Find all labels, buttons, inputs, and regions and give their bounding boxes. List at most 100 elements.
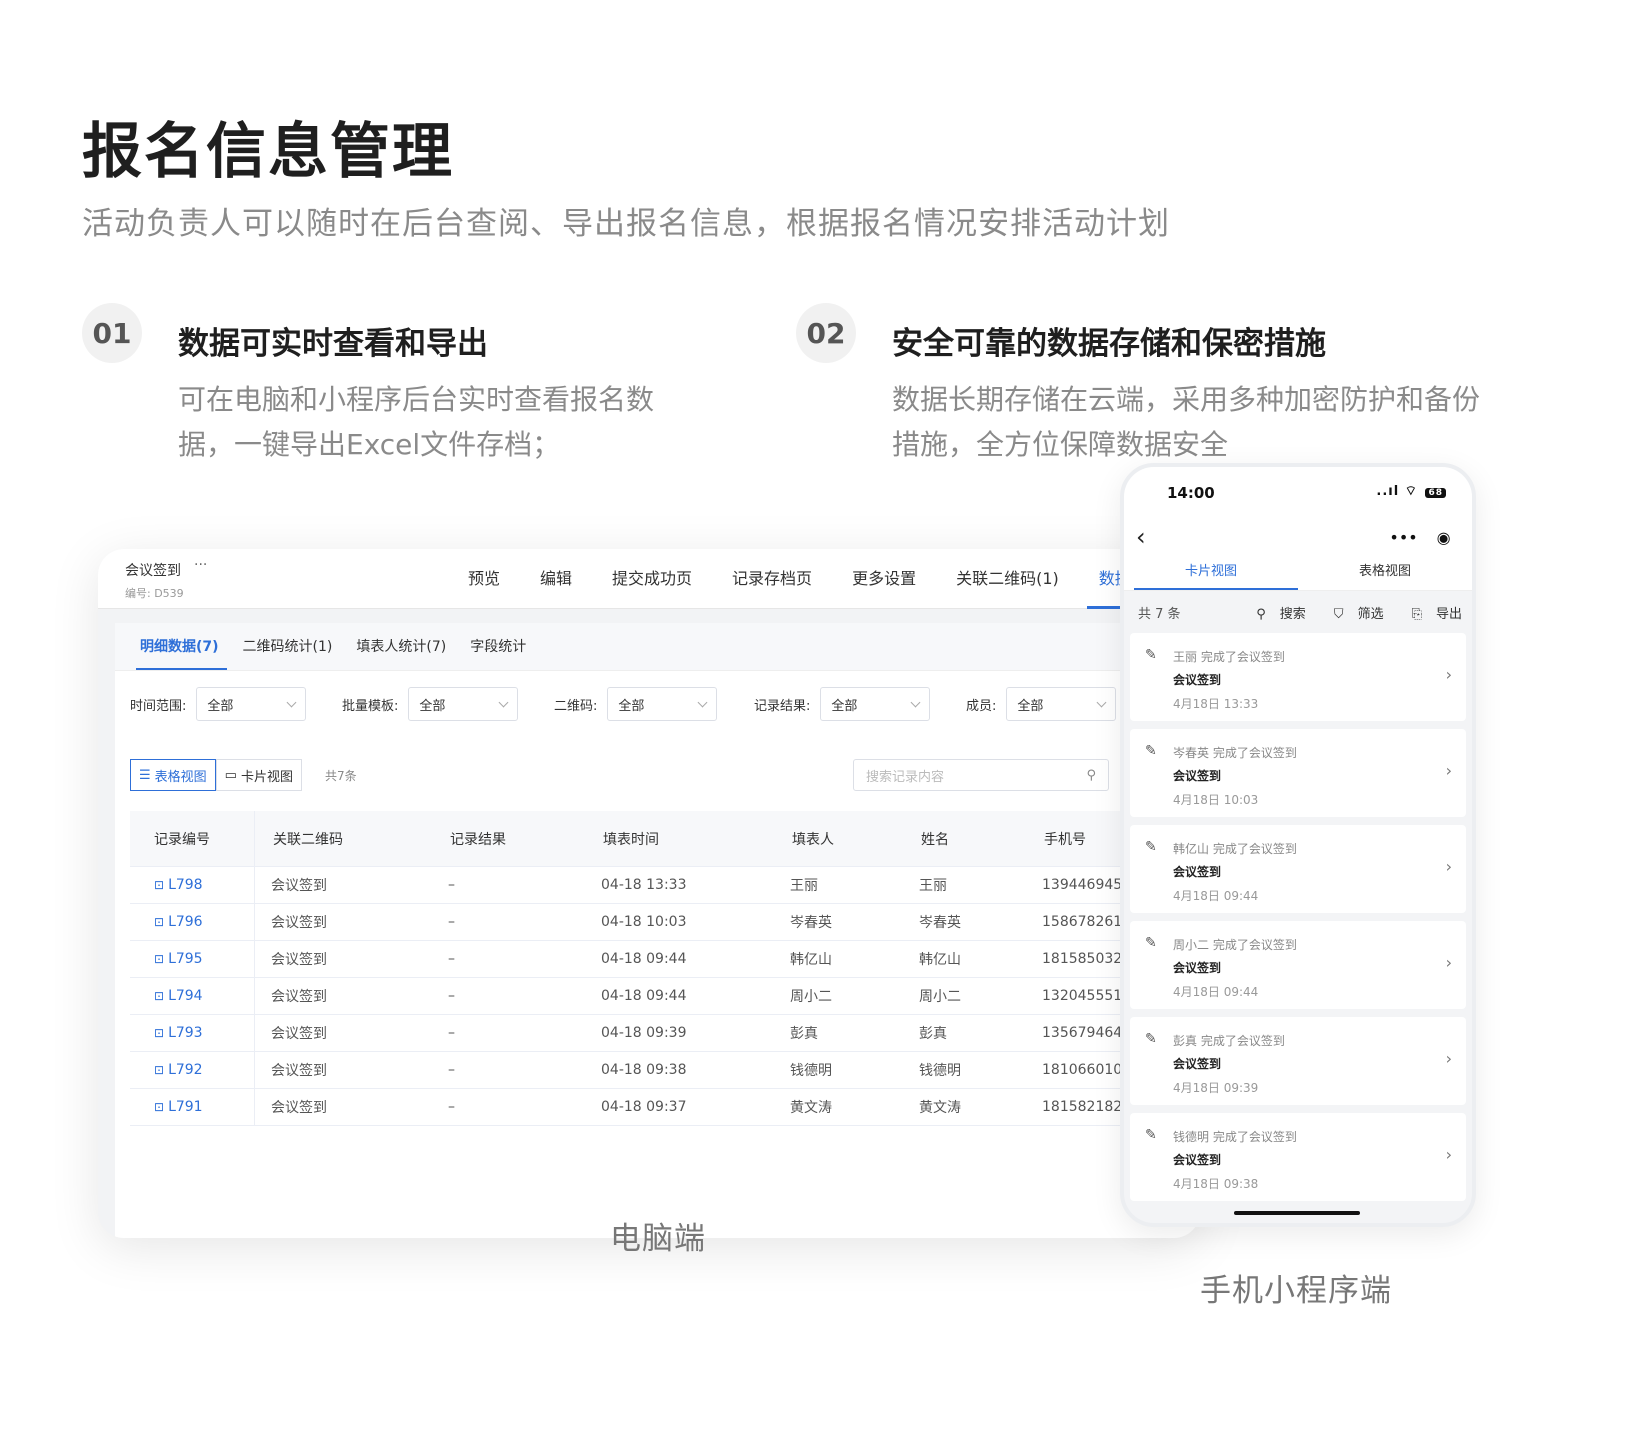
desktop-header: 会议签到 ··· 编号: D539 预览 编辑 提交成功页 记录存档页 更多设置…: [98, 549, 1200, 609]
record-icon: ⊡: [154, 878, 165, 892]
filter-time-range: 时间范围: 全部: [130, 687, 307, 721]
col-header-result[interactable]: 记录结果: [450, 811, 590, 866]
time-range-select[interactable]: 全部: [196, 687, 307, 721]
cell-phone: 18106601068: [1042, 1062, 1126, 1078]
subtab-field-stats[interactable]: 字段统计: [470, 623, 538, 670]
page-title: 报名信息管理: [82, 117, 454, 187]
table-row[interactable]: ⊡L792 会议签到 – 04-18 09:38 钱德明 钱德明 18106601068: [130, 1052, 1200, 1089]
table-row[interactable]: ⊡L794 会议签到 – 04-18 09:44 周小二 周小二 13204555123: [130, 978, 1200, 1015]
col-header-time[interactable]: 填表时间: [603, 811, 773, 866]
cell-time: 04-18 09:44: [601, 988, 687, 1004]
more-dots-icon[interactable]: •••: [1389, 528, 1417, 547]
col-header-record-id[interactable]: 记录编号: [130, 811, 255, 866]
cell-phone: 18158503259: [1042, 951, 1126, 967]
col-header-qrcode[interactable]: 关联二维码: [273, 811, 443, 866]
cell-filler: 彭真: [790, 1026, 818, 1042]
chevron-right-icon: ›: [1445, 665, 1452, 684]
edit-icon: ✎: [1145, 1031, 1157, 1047]
tab-edit[interactable]: 编辑: [520, 549, 592, 609]
cell-phone: 18158218230: [1042, 1099, 1126, 1115]
chevron-down-icon: [498, 697, 509, 707]
cell-record-id[interactable]: ⊡ L793: [130, 1015, 255, 1051]
cell-record-id[interactable]: ⊡ L795: [130, 941, 255, 977]
export-label: 导出: [1435, 607, 1462, 622]
record-result-select[interactable]: 全部: [820, 687, 931, 721]
batch-template-select[interactable]: 全部: [408, 687, 519, 721]
table-row[interactable]: ⊡L798 会议签到 – 04-18 13:33 王丽 王丽 13944694572: [130, 867, 1200, 904]
record-card[interactable]: ✎ 王丽 完成了会议签到 会议签到 4月18日 13:33 ›: [1130, 633, 1466, 721]
col-header-phone[interactable]: 手机号: [1044, 811, 1128, 866]
chevron-right-icon: ›: [1445, 857, 1452, 876]
cell-filler: 周小二: [790, 989, 832, 1005]
qrcode-select[interactable]: 全部: [607, 687, 718, 721]
subtab-qrcode-stats[interactable]: 二维码统计(1): [243, 623, 345, 670]
tab-table-view[interactable]: 表格视图: [1298, 555, 1472, 590]
col-header-name[interactable]: 姓名: [921, 811, 1031, 866]
record-id-text: L792: [168, 1062, 203, 1078]
record-card[interactable]: ✎ 岑春英 完成了会议签到 会议签到 4月18日 10:03 ›: [1130, 729, 1466, 817]
desktop-window: 会议签到 ··· 编号: D539 预览 编辑 提交成功页 记录存档页 更多设置…: [98, 549, 1200, 1238]
subtab-filler-stats[interactable]: 填表人统计(7): [356, 623, 458, 670]
card-title: 会议签到: [1173, 1153, 1222, 1167]
filter-button[interactable]: ⛉ 筛选: [1320, 603, 1384, 622]
tab-more-settings[interactable]: 更多设置: [832, 549, 936, 609]
data-panel: 明细数据(7) 二维码统计(1) 填表人统计(7) 字段统计 时间范围: 全部 …: [115, 623, 1200, 1238]
table-view-label: 表格视图: [154, 769, 207, 785]
tab-qrcode[interactable]: 关联二维码(1): [936, 549, 1079, 609]
phone-record-list: ✎ 王丽 完成了会议签到 会议签到 4月18日 13:33 › ✎ 岑春英 完成了会议签到会…: [1130, 633, 1466, 1209]
filter-icon: ⛉: [1333, 607, 1344, 622]
cell-record-id[interactable]: ⊡ L794: [130, 978, 255, 1014]
close-circle-icon[interactable]: ◉: [1437, 528, 1451, 547]
search-button[interactable]: ⚲ 搜索: [1242, 603, 1306, 622]
feature-2-desc-line2: 措施，全方位保障数据安全: [892, 428, 1229, 461]
select-value: 全部: [1017, 698, 1044, 714]
cell-time: 04-18 09:44: [601, 951, 687, 967]
cell-name: 王丽: [919, 878, 947, 894]
record-id-text: L791: [168, 1099, 203, 1115]
cell-filler: 黄文涛: [790, 1100, 832, 1116]
cell-result: –: [448, 1062, 455, 1078]
card-view-button[interactable]: ▭ 卡片视图: [215, 759, 302, 791]
tab-archive-page[interactable]: 记录存档页: [712, 549, 832, 609]
member-select[interactable]: 全部: [1006, 687, 1117, 721]
table-row[interactable]: ⊡L795 会议签到 – 04-18 09:44 韩亿山 韩亿山 18158503259: [130, 941, 1200, 978]
table-row[interactable]: ⊡L791 会议签到 – 04-18 09:37 黄文涛 黄文涛 18158218230: [130, 1089, 1200, 1126]
feature-1-desc-line1: 可在电脑和小程序后台实时查看报名数: [178, 383, 655, 416]
back-icon[interactable]: ‹: [1136, 523, 1146, 551]
card-summary: 周小二 完成了会议签到: [1173, 938, 1297, 952]
select-value: 全部: [419, 698, 446, 714]
record-card[interactable]: ✎ 韩亿山 完成了会议签到 会议签到 4月18日 09:44 ›: [1130, 825, 1466, 913]
chevron-down-icon: [910, 697, 921, 707]
card-time: 4月18日 10:03: [1173, 793, 1259, 807]
cell-record-id[interactable]: ⊡ L796: [130, 904, 255, 940]
export-button[interactable]: ⎘ 导出: [1398, 603, 1462, 622]
card-title: 会议签到: [1173, 673, 1222, 687]
record-card[interactable]: ✎ 周小二 完成了会议签到 会议签到 4月18日 09:44 ›: [1130, 921, 1466, 1009]
cell-record-id[interactable]: ⊡ L798: [130, 867, 255, 903]
search-input[interactable]: 搜索记录内容 ⚲: [853, 759, 1109, 791]
tab-success-page[interactable]: 提交成功页: [592, 549, 712, 609]
record-icon: ⊡: [154, 915, 165, 929]
record-card[interactable]: ✎ 钱德明 完成了会议签到 会议签到 4月18日 09:38 ›: [1130, 1113, 1466, 1201]
cell-record-id[interactable]: ⊡ L791: [130, 1089, 255, 1125]
table-row[interactable]: ⊡L796 会议签到 – 04-18 10:03 岑春英 岑春英 15867826100: [130, 904, 1200, 941]
cell-record-id[interactable]: ⊡ L792: [130, 1052, 255, 1088]
table-row[interactable]: ⊡L793 会议签到 – 04-18 09:39 彭真 彭真 13567946457: [130, 1015, 1200, 1052]
tab-card-view[interactable]: 卡片视图: [1124, 555, 1298, 590]
table-view-button[interactable]: ☰ 表格视图: [130, 759, 216, 791]
record-card[interactable]: ✎ 彭真 完成了会议签到 会议签到 4月18日 09:39 ›: [1130, 1017, 1466, 1105]
tab-preview[interactable]: 预览: [448, 549, 520, 609]
top-nav: 预览 编辑 提交成功页 记录存档页 更多设置 关联二维码(1) 数据与统计(7: [448, 549, 1200, 609]
search-icon: ⚲: [1256, 607, 1266, 622]
cell-time: 04-18 10:03: [601, 914, 687, 930]
col-header-filler[interactable]: 填表人: [792, 811, 912, 866]
feature-2-number: 02: [796, 303, 856, 363]
cell-name: 韩亿山: [919, 952, 961, 968]
chevron-down-icon: [286, 697, 297, 707]
cell-qrcode: 会议签到: [271, 1100, 327, 1116]
search-label: 搜索: [1279, 607, 1306, 622]
subtab-detail-data[interactable]: 明细数据(7): [136, 623, 231, 670]
record-id-text: L795: [168, 951, 203, 967]
edit-icon: ✎: [1145, 839, 1157, 855]
more-icon[interactable]: ···: [194, 557, 207, 573]
